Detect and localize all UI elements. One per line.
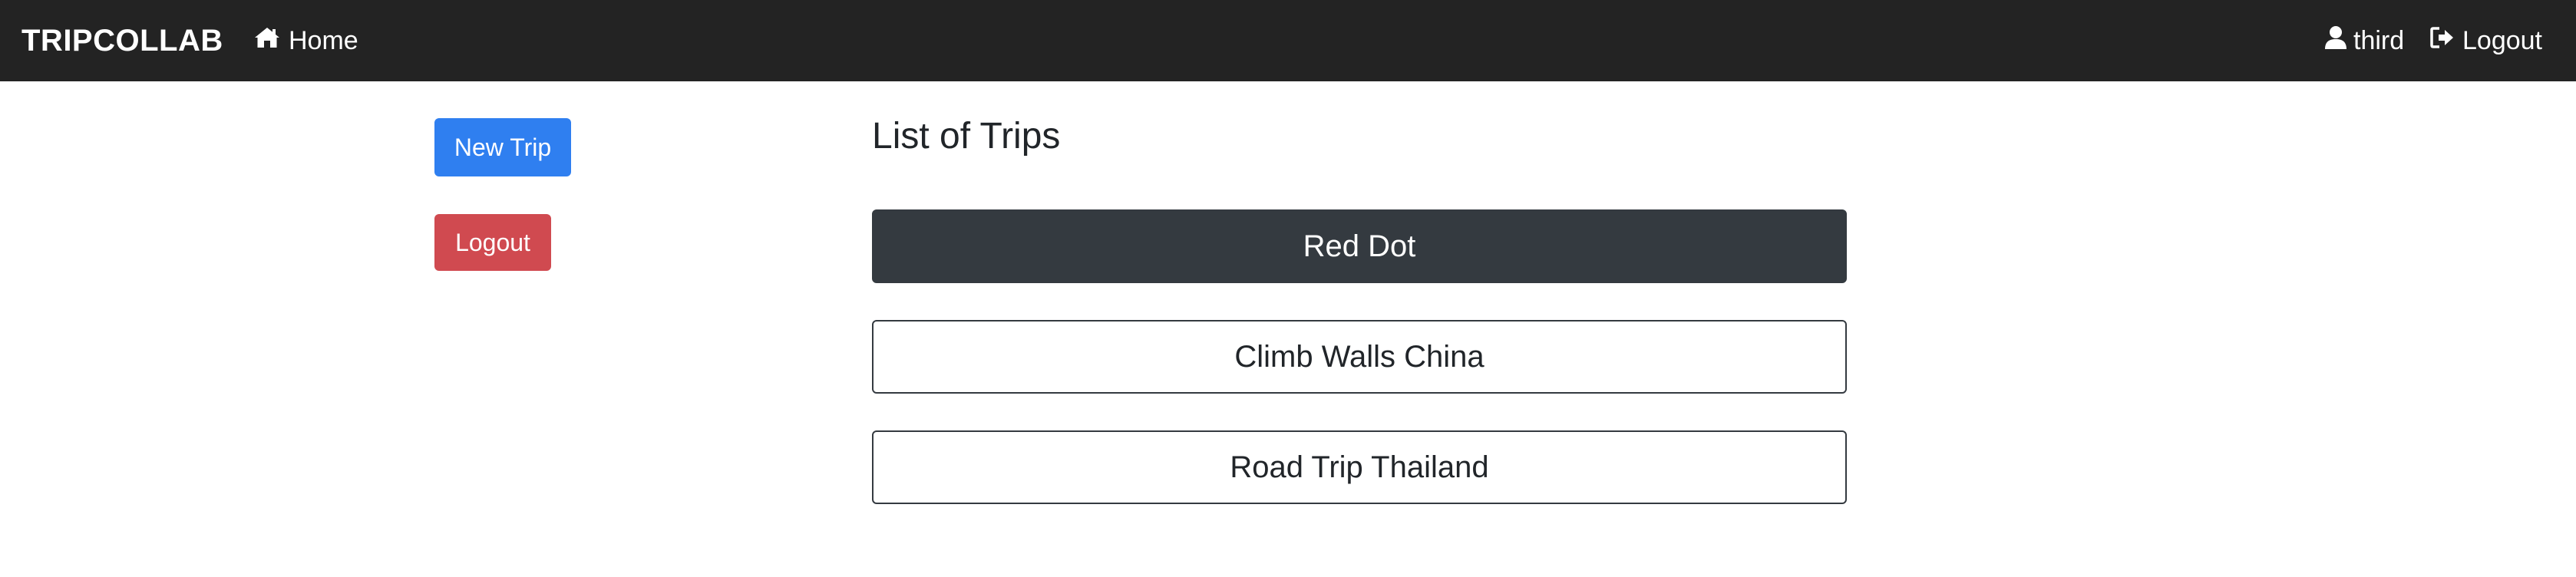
trip-item-climb-walls-china[interactable]: Climb Walls China (872, 320, 1847, 394)
nav-home-label: Home (289, 25, 358, 55)
nav-user-label: third (2353, 25, 2405, 55)
home-icon (253, 25, 289, 57)
trip-item-red-dot[interactable]: Red Dot (872, 209, 1847, 283)
trip-item-road-trip-thailand[interactable]: Road Trip Thailand (872, 430, 1847, 504)
user-icon (2324, 25, 2353, 57)
logout-button[interactable]: Logout (434, 214, 551, 271)
nav-logout-label: Logout (2462, 25, 2542, 55)
nav-logout-link[interactable]: Logout (2430, 0, 2542, 81)
nav-home-link[interactable]: Home (253, 0, 358, 81)
brand-logo[interactable]: TRIPCOLLAB (21, 0, 223, 81)
navbar: TRIPCOLLAB Home third Logout (0, 0, 2576, 81)
new-trip-button[interactable]: New Trip (434, 118, 571, 176)
nav-user-link[interactable]: third (2324, 0, 2404, 81)
sign-out-icon (2430, 26, 2462, 56)
page-title: List of Trips (872, 116, 1061, 157)
